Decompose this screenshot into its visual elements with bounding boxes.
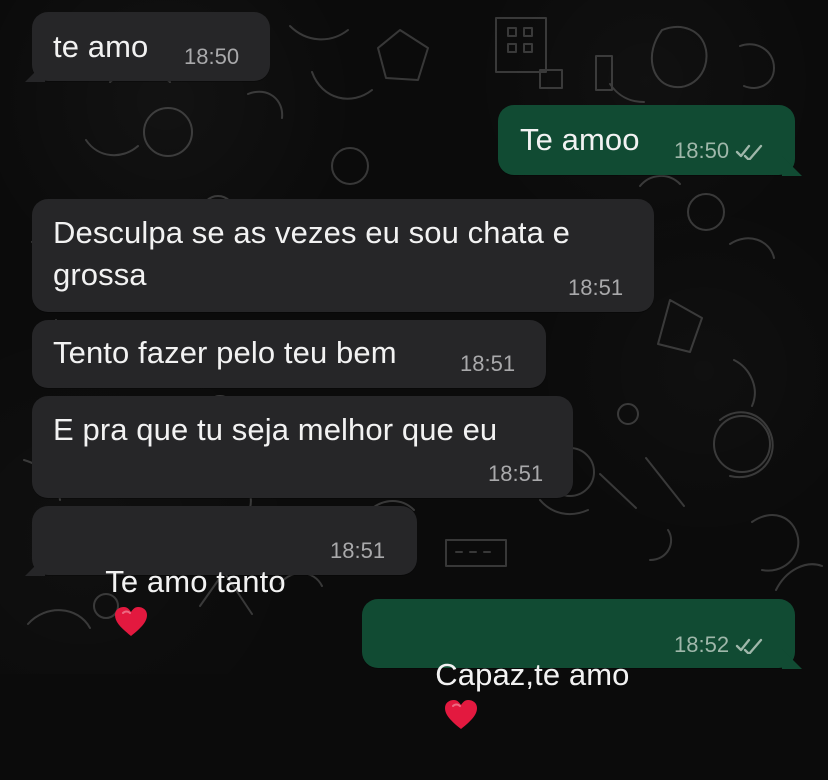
message-time: 18:51 bbox=[460, 351, 516, 376]
message-bubble[interactable]: E pra que tu seja melhor que eu 18:51 bbox=[32, 396, 573, 498]
message-text-content: Capaz,te amo bbox=[435, 657, 630, 692]
message-text: te amo bbox=[53, 29, 149, 64]
message-text: Te amoo bbox=[520, 122, 640, 157]
message-meta: 18:51 bbox=[568, 276, 623, 300]
message-meta: 18:52 bbox=[674, 633, 763, 657]
message-time: 18:50 bbox=[184, 44, 240, 69]
message-text-content: Te amo tanto bbox=[105, 564, 286, 599]
message-bubble[interactable]: Desculpa se as vezes eu sou chata e gros… bbox=[32, 199, 654, 312]
message-time: 18:52 bbox=[674, 632, 730, 657]
heart-icon bbox=[115, 607, 148, 636]
heart-icon bbox=[445, 700, 478, 729]
message-time: 18:51 bbox=[488, 461, 544, 486]
message-time: 18:51 bbox=[330, 538, 386, 563]
message-bubble[interactable]: te amo 18:50 bbox=[32, 12, 270, 81]
message-bubble[interactable]: Te amoo 18:50 bbox=[498, 105, 795, 175]
message-text: E pra que tu seja melhor que eu bbox=[53, 412, 498, 447]
message-time: 18:50 bbox=[674, 138, 730, 163]
message-text: Tento fazer pelo teu bem bbox=[53, 335, 397, 370]
message-meta: 18:51 bbox=[460, 352, 515, 376]
message-text: Capaz,te amo bbox=[383, 612, 629, 780]
chat-background: te amo 18:50 Te amoo 18:50 Desculpa se a… bbox=[0, 0, 828, 729]
double-check-icon bbox=[735, 638, 763, 654]
message-meta: 18:51 bbox=[488, 462, 543, 486]
double-check-icon bbox=[735, 144, 763, 160]
message-bubble[interactable]: Tento fazer pelo teu bem 18:51 bbox=[32, 320, 546, 388]
message-meta: 18:50 bbox=[184, 45, 239, 69]
message-bubble[interactable]: Te amo tanto 18:51 bbox=[32, 506, 417, 636]
message-meta: 18:51 bbox=[330, 539, 385, 563]
message-bubble[interactable]: Capaz,te amo 18:52 bbox=[362, 599, 795, 729]
message-meta: 18:50 bbox=[674, 139, 763, 163]
message-text: Te amo tanto bbox=[53, 519, 286, 687]
message-text: Desculpa se as vezes eu sou chata e gros… bbox=[53, 215, 571, 292]
message-time: 18:51 bbox=[568, 275, 624, 300]
